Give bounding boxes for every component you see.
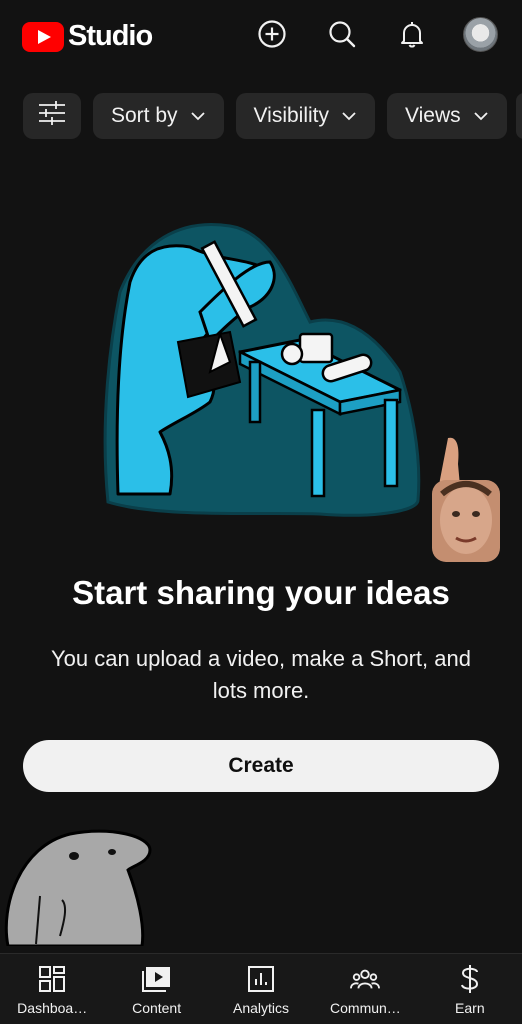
empty-state-subtext: You can upload a video, make a Short, an…	[51, 646, 471, 703]
person-at-desk-illustration	[103, 223, 421, 517]
chevron-down-icon	[474, 112, 488, 121]
views-chip[interactable]: Views	[387, 93, 507, 139]
nav-label: Content	[132, 1000, 182, 1016]
notifications-bell-icon[interactable]	[396, 18, 428, 50]
app-name: Studio	[68, 20, 153, 52]
nav-label: Analytics	[233, 1000, 290, 1016]
thumbs-up-sticker	[432, 437, 500, 562]
content-play-icon	[141, 964, 172, 994]
nav-item-dashboard[interactable]: Dashboa…	[0, 954, 104, 1024]
dollar-icon	[455, 964, 485, 994]
chevron-down-icon	[342, 112, 356, 121]
chevron-down-icon	[190, 112, 205, 121]
analytics-chart-icon	[246, 964, 276, 994]
nav-label: Earn	[455, 1000, 485, 1016]
chip-label: Views	[405, 104, 461, 127]
nav-item-community[interactable]: Commun…	[313, 954, 417, 1024]
app-header: Studio	[0, 0, 522, 72]
filter-chip-bar: Sort by Visibility Views	[23, 93, 507, 139]
more-chips-edge[interactable]	[516, 93, 522, 139]
sliders-icon	[38, 101, 66, 131]
blob-creature-sticker	[4, 829, 152, 946]
dashboard-grid-icon	[37, 964, 67, 994]
filter-button[interactable]	[23, 93, 81, 139]
nav-item-earn[interactable]: Earn	[418, 954, 522, 1024]
nav-label: Commun…	[330, 1000, 401, 1016]
visibility-chip[interactable]: Visibility	[235, 93, 375, 139]
community-people-icon	[350, 964, 381, 994]
bottom-navigation: Dashboa… Content Analytics Commun… Earn	[0, 953, 522, 1024]
studio-logo[interactable]: Studio	[22, 20, 153, 53]
create-icon[interactable]	[256, 18, 288, 50]
nav-item-content[interactable]: Content	[104, 954, 208, 1024]
search-icon[interactable]	[326, 18, 358, 50]
account-avatar[interactable]	[463, 17, 498, 52]
chip-label: Sort by	[111, 104, 178, 127]
youtube-play-logo-icon	[22, 21, 64, 52]
sort-by-chip[interactable]: Sort by	[93, 93, 224, 139]
chip-label: Visibility	[253, 104, 329, 127]
empty-state-headline: Start sharing your ideas	[72, 574, 450, 611]
create-button[interactable]: Create	[23, 740, 499, 792]
nav-item-analytics[interactable]: Analytics	[209, 954, 313, 1024]
nav-label: Dashboa…	[17, 1000, 88, 1016]
